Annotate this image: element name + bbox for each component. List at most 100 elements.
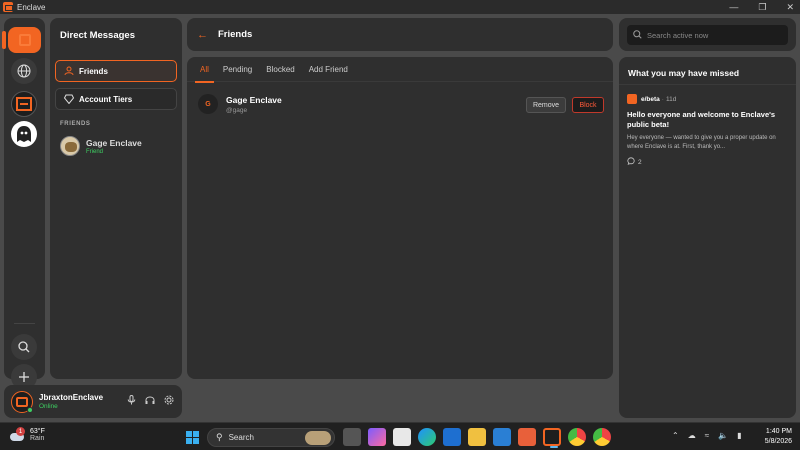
chevron-up-icon[interactable]: ⌃ (672, 431, 679, 440)
username: JbraxtonEnclave (39, 393, 104, 402)
page-title: Friends (218, 29, 253, 40)
search-button[interactable] (11, 334, 37, 360)
task-view-icon[interactable] (343, 428, 361, 446)
friends-panel: All Pending Blocked Add Friend G Gage En… (187, 57, 613, 379)
weather-condition: Rain (30, 435, 45, 442)
gear-icon[interactable] (164, 395, 174, 407)
missed-title: What you may have missed (628, 68, 740, 78)
user-panel: JbraxtonEnclave Online (4, 385, 182, 418)
chrome-profile-icon[interactable] (593, 428, 611, 446)
friend-row-handle: @gage (226, 106, 248, 114)
copilot-icon[interactable] (368, 428, 386, 446)
community-name[interactable]: e/beta (641, 96, 660, 103)
server-ghost[interactable] (11, 121, 37, 147)
vscode-icon[interactable] (493, 428, 511, 446)
rail-divider (14, 323, 35, 324)
nav-friends-button[interactable]: Friends (55, 60, 177, 82)
post-excerpt: Hey everyone — wanted to give you a prop… (627, 135, 776, 150)
post-card[interactable]: e/beta · 11d Hello everyone and welcome … (627, 94, 789, 167)
friends-section-label: FRIENDS (60, 121, 91, 127)
comments-count[interactable]: 2 (627, 157, 789, 167)
friend-list-item[interactable]: Gage Enclave Friend (60, 136, 142, 156)
discover-button[interactable] (11, 58, 37, 84)
maximize-icon[interactable]: ❐ (758, 2, 766, 13)
store-icon[interactable] (393, 428, 411, 446)
minimize-icon[interactable]: — (729, 2, 738, 12)
post-age: 11d (665, 95, 677, 103)
wifi-icon[interactable]: ≈ (705, 431, 709, 440)
nav-account-tiers-label: Account Tiers (79, 94, 133, 104)
search-highlight-image (305, 431, 331, 445)
friend-status: Friend (86, 148, 104, 155)
friend-row-name: Gage Enclave (226, 94, 282, 105)
tab-pending[interactable]: Pending (216, 57, 259, 82)
globe-icon (17, 64, 31, 78)
online-indicator (27, 406, 33, 413)
enclave-logo-icon (3, 2, 13, 12)
block-friend-button[interactable]: Block (572, 97, 604, 113)
enclave-avatar-icon (16, 396, 28, 407)
user-status: Online (39, 403, 58, 410)
enclave-taskbar-icon[interactable] (543, 428, 561, 448)
taskbar-search-label: Search (228, 433, 254, 442)
tab-add-friend[interactable]: Add Friend (302, 57, 355, 82)
outlook-icon[interactable] (443, 428, 461, 446)
battery-icon[interactable]: ▮ (737, 431, 741, 440)
avatar[interactable] (11, 390, 33, 413)
arrow-left-icon[interactable]: ← (197, 29, 208, 41)
search-icon (18, 341, 30, 353)
window-title: Enclave (17, 2, 46, 12)
content-header: ← Friends (187, 18, 613, 51)
clock[interactable]: 1:40 PM 5/8/2026 (758, 427, 792, 447)
avatar (60, 136, 80, 156)
search-box[interactable] (627, 25, 788, 45)
onedrive-icon[interactable]: ☁ (688, 431, 696, 440)
community-logo-icon (627, 94, 637, 104)
missed-panel: What you may have missed e/beta · 11d He… (619, 57, 796, 418)
weather-widget[interactable]: 1 63°F Rain (8, 427, 45, 443)
divider (619, 84, 796, 85)
file-explorer-icon[interactable] (468, 428, 486, 446)
remove-friend-button[interactable]: Remove (526, 97, 566, 113)
nav-friends-label: Friends (79, 66, 108, 76)
tab-all[interactable]: All (193, 57, 216, 83)
plus-icon (19, 372, 29, 382)
home-button[interactable] (8, 27, 41, 53)
tab-blocked[interactable]: Blocked (259, 57, 301, 82)
search-icon: ⚲ (216, 432, 223, 442)
direct-messages-panel: Direct Messages Friends Account Tiers FR… (50, 18, 182, 379)
taskbar-apps (343, 428, 611, 448)
volume-icon[interactable]: 🔈 (718, 431, 728, 440)
ghost-icon (17, 126, 31, 142)
close-icon[interactable]: ✕ (786, 2, 794, 13)
comments-count-value: 2 (638, 158, 642, 166)
comment-icon (627, 157, 635, 167)
nav-account-tiers-button[interactable]: Account Tiers (55, 88, 177, 110)
friend-row[interactable]: G Gage Enclave @gage (198, 94, 282, 114)
chrome-icon[interactable] (568, 428, 586, 446)
title-bar: Enclave — ❐ ✕ (0, 0, 800, 14)
friend-name: Gage Enclave (86, 137, 142, 148)
diamond-icon (64, 94, 74, 104)
claude-icon[interactable] (518, 428, 536, 446)
start-button[interactable] (186, 431, 199, 444)
search-icon (633, 29, 642, 41)
clock-date: 5/8/2026 (764, 438, 792, 445)
separator-dot: · (661, 95, 664, 103)
edge-icon[interactable] (418, 428, 436, 446)
enclave-server-icon (16, 97, 32, 111)
headphones-icon[interactable] (145, 395, 155, 407)
user-icon (64, 66, 74, 76)
home-icon (18, 34, 31, 46)
avatar: G (198, 94, 218, 114)
clock-time: 1:40 PM (765, 428, 792, 435)
system-tray: ⌃ ☁ ≈ 🔈 ▮ (672, 431, 741, 440)
active-now-search-panel (619, 18, 796, 51)
server-rail (2, 18, 45, 390)
dm-title: Direct Messages (60, 30, 135, 41)
server-enclave[interactable] (11, 91, 37, 117)
microphone-icon[interactable] (127, 395, 136, 407)
taskbar-search[interactable]: ⚲ Search (207, 428, 335, 447)
search-input[interactable] (647, 30, 777, 40)
post-title[interactable]: Hello everyone and welcome to Enclave's … (627, 110, 789, 130)
